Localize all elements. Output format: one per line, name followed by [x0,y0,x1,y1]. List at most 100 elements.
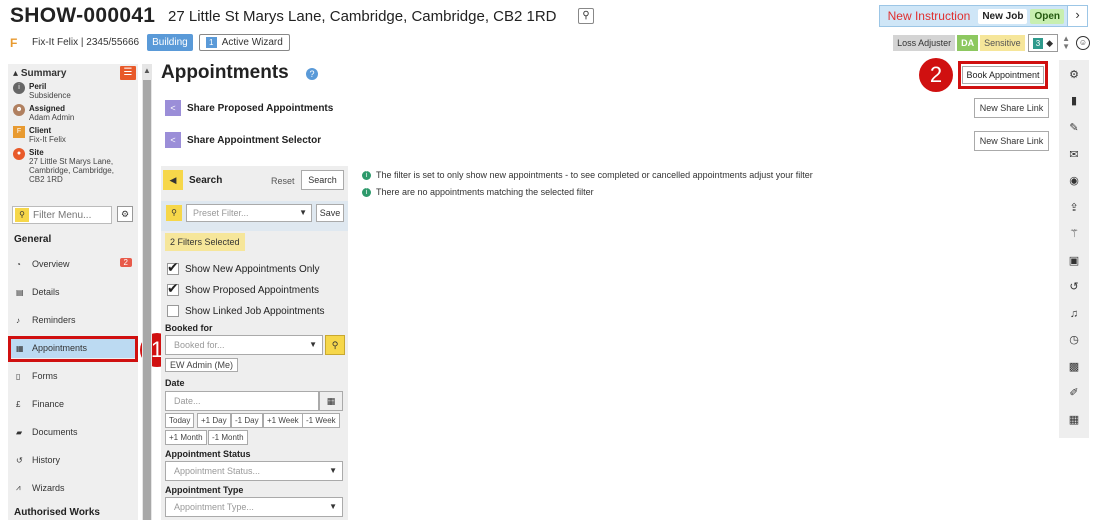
tag-da[interactable]: DA [957,35,979,51]
info-icon: i [13,82,25,94]
history-icon[interactable]: ↺ [1067,280,1081,294]
gear-icon[interactable]: ⚙ [117,206,133,222]
appointment-status-select[interactable]: Appointment Status... ▼ [165,461,343,481]
client-value[interactable]: Fix-It Felix [29,135,66,144]
sidebar-item-label: Overview [32,259,70,269]
highlight-appointments [8,336,138,362]
preset-filter-select[interactable]: Preset Filter... ▼ [186,204,312,222]
share-proposed-row[interactable]: < Share Proposed Appointments [165,100,333,116]
location-pin-icon: ● [13,148,25,160]
client-logo-icon: F [10,35,18,50]
appointment-type-placeholder: Appointment Type... [174,502,254,512]
sidebar-item-label: Details [32,287,60,297]
date-btn-plus-1-day[interactable]: +1 Day [197,413,231,428]
help-icon[interactable]: ? [306,68,318,80]
appointment-type-label: Appointment Type [165,485,244,495]
bell-icon[interactable]: ♫ [1067,307,1081,321]
note-icon[interactable]: ▮ [1067,94,1081,108]
sidebar-item-label: Documents [32,427,78,437]
overview-count-badge: 2 [119,258,132,267]
date-btn-minus-1-month[interactable]: -1 Month [208,430,248,445]
checkbox-unchecked[interactable] [167,305,179,317]
sms-icon[interactable]: ◉ [1067,174,1081,188]
date-btn-plus-1-week[interactable]: +1 Week [263,413,303,428]
site-label: Site [29,148,44,157]
chevron-left-icon[interactable]: ◀ [163,170,183,190]
sidebar-item-finance[interactable]: £ Finance [8,394,138,414]
sidebar-item-history[interactable]: ↺ History [8,450,138,470]
brush-icon[interactable]: ✐ [1067,386,1081,400]
check-show-new-label: Show New Appointments Only [185,263,320,275]
search-button[interactable]: Search [301,170,344,190]
sidebar-item-wizards[interactable]: ⩘ Wizards [8,478,138,498]
date-btn-today[interactable]: Today [165,413,195,428]
info-message-1-text: The filter is set to only show new appoi… [376,170,813,180]
gear-icon[interactable]: ⚙ [1067,68,1081,82]
filter-menu-input[interactable] [33,209,109,221]
wizard-icon: ⩘ [16,483,21,492]
clock-icon[interactable]: ◷ [1067,333,1081,347]
search-icon[interactable]: ⚲ [166,205,182,221]
reset-link[interactable]: Reset [271,176,295,186]
edit-icon[interactable]: ✎ [1067,121,1081,135]
appointment-status-label: Appointment Status [165,449,251,459]
sidebar-item-documents[interactable]: ▰ Documents [8,422,138,442]
filters-selected-badge: 2 Filters Selected [165,233,245,251]
scroll-up-icon[interactable]: ▲ [143,66,151,75]
assigned-value[interactable]: Adam Admin [29,113,74,122]
sidebar-item-overview[interactable]: ◔ Overview 2 [8,254,138,274]
date-label: Date [165,378,185,388]
tag-loss-adjuster[interactable]: Loss Adjuster [893,35,956,51]
contact-card-icon[interactable]: ▣ [1067,254,1081,268]
date-btn-minus-1-day[interactable]: -1 Day [231,413,263,428]
upload-icon[interactable]: ⇪ [1067,201,1081,215]
save-button[interactable]: Save [316,204,344,222]
date-input[interactable]: Date... [165,391,319,411]
active-wizard-button[interactable]: 1 Active Wizard [198,34,290,51]
hamburger-menu-icon[interactable]: ☰ [120,66,136,80]
client-line: Fix-It Felix | 2345/55666 [32,37,140,48]
check-show-new[interactable]: Show New Appointments Only [167,259,320,276]
summary-title[interactable]: ▴ Summary [13,68,66,79]
share-selector-label: Share Appointment Selector [187,134,322,146]
active-wizard-label: Active Wizard [221,37,283,48]
info-icon: i [362,187,371,197]
preset-filter-placeholder: Preset Filter... [193,208,249,218]
share-selector-row[interactable]: < Share Appointment Selector [165,132,321,148]
sidebar-item-forms[interactable]: ▯ Forms [8,366,138,386]
booked-for-chip[interactable]: EW Admin (Me) [165,358,239,372]
new-job-pill: New Job [978,8,1028,24]
calculator-icon[interactable]: ▦ [1067,413,1081,427]
smile-icon[interactable]: ☺ [1076,36,1090,50]
image-icon[interactable]: ▩ [1067,360,1081,374]
chevron-right-icon[interactable]: › [1067,6,1087,26]
magic-wand-icon[interactable]: ⚚ [1067,227,1081,241]
check-show-proposed[interactable]: Show Proposed Appointments [167,280,319,297]
page-title: Appointments [161,62,289,83]
booked-for-select[interactable]: Booked for... ▼ [165,335,323,355]
date-btn-plus-1-month[interactable]: +1 Month [165,430,207,445]
sidebar-item-reminders[interactable]: ♪ Reminders [8,310,138,330]
new-share-link-button-2[interactable]: New Share Link [974,131,1049,151]
check-show-linked[interactable]: Show Linked Job Appointments [167,305,325,317]
date-btn-minus-1-week[interactable]: -1 Week [302,413,340,428]
new-instruction-link[interactable]: New Instruction [880,9,979,23]
map-pin-icon[interactable]: ⚲ [578,8,594,24]
tag-sensitive[interactable]: Sensitive [980,35,1025,51]
client-label: Client [29,126,52,135]
up-down-arrows-icon[interactable]: ▲ ▼ [1062,35,1070,51]
appointment-type-select[interactable]: Appointment Type... ▼ [165,497,343,517]
peril-value: Subsidence [29,91,71,100]
file-icon: ▯ [16,371,21,381]
checkbox-checked[interactable] [167,259,179,276]
calendar-icon[interactable]: ▦ [319,391,343,411]
sidebar-item-details[interactable]: ▤ Details [8,282,138,302]
scrollbar-thumb[interactable] [143,80,151,520]
new-share-link-button-1[interactable]: New Share Link [974,98,1049,118]
tags-button[interactable]: 3 ◆ [1027,34,1059,52]
callout-2: 2 [919,58,953,92]
chevron-down-icon: ▼ [309,340,317,349]
checkbox-checked[interactable] [167,280,179,297]
envelope-icon[interactable]: ✉ [1067,148,1081,162]
booked-for-search-icon[interactable]: ⚲ [325,335,345,355]
